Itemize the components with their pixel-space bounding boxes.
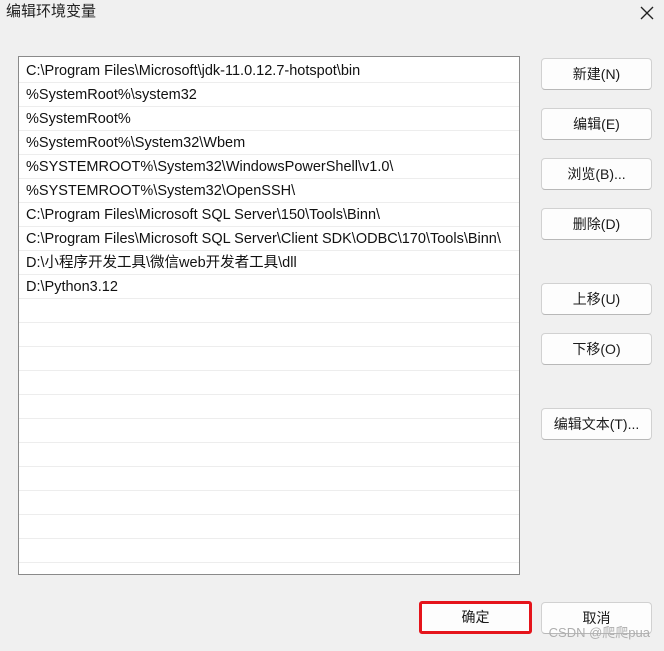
close-icon[interactable] (636, 2, 658, 24)
list-item[interactable]: %SystemRoot% (19, 107, 519, 131)
edit-button[interactable]: 编辑(E) (541, 108, 652, 140)
browse-button[interactable]: 浏览(B)... (541, 158, 652, 190)
list-item[interactable] (19, 539, 519, 563)
edit-text-button[interactable]: 编辑文本(T)... (541, 408, 652, 440)
list-item[interactable]: C:\Program Files\Microsoft\jdk-11.0.12.7… (19, 57, 519, 83)
list-item[interactable]: C:\Program Files\Microsoft SQL Server\Cl… (19, 227, 519, 251)
delete-button[interactable]: 删除(D) (541, 208, 652, 240)
list-item[interactable]: %SYSTEMROOT%\System32\OpenSSH\ (19, 179, 519, 203)
list-item[interactable] (19, 467, 519, 491)
list-item[interactable] (19, 443, 519, 467)
ok-button[interactable]: 确定 (419, 601, 532, 634)
list-item[interactable] (19, 371, 519, 395)
list-item[interactable] (19, 515, 519, 539)
list-item[interactable]: %SYSTEMROOT%\System32\WindowsPowerShell\… (19, 155, 519, 179)
list-item[interactable]: D:\小程序开发工具\微信web开发者工具\dll (19, 251, 519, 275)
list-item[interactable]: %SystemRoot%\system32 (19, 83, 519, 107)
list-item[interactable] (19, 563, 519, 574)
list-item[interactable] (19, 299, 519, 323)
list-item[interactable] (19, 419, 519, 443)
list-item[interactable]: C:\Program Files\Microsoft SQL Server\15… (19, 203, 519, 227)
move-down-button[interactable]: 下移(O) (541, 333, 652, 365)
window-title: 编辑环境变量 (6, 3, 97, 20)
watermark: CSDN @爬爬pua (548, 625, 650, 640)
list-item[interactable] (19, 491, 519, 515)
list-item[interactable] (19, 347, 519, 371)
list-item[interactable] (19, 323, 519, 347)
path-list[interactable]: C:\Program Files\Microsoft\jdk-11.0.12.7… (18, 56, 520, 575)
list-item[interactable] (19, 395, 519, 419)
list-item[interactable]: D:\Python3.12 (19, 275, 519, 299)
list-item[interactable]: %SystemRoot%\System32\Wbem (19, 131, 519, 155)
move-up-button[interactable]: 上移(U) (541, 283, 652, 315)
new-button[interactable]: 新建(N) (541, 58, 652, 90)
